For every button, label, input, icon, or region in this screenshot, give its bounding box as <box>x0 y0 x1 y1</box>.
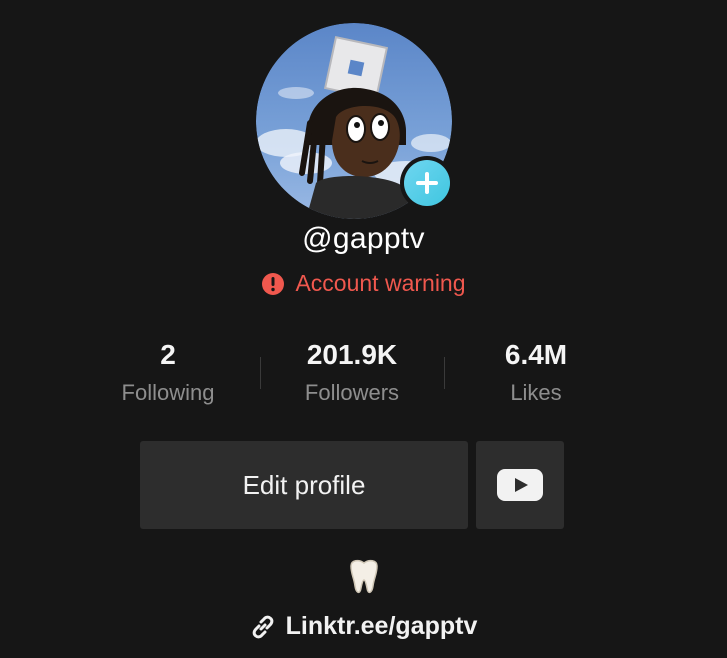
followers-count: 201.9K <box>306 339 398 370</box>
profile-page: @gapptv Account warning 2 Following 201.… <box>0 0 727 658</box>
following-count: 2 <box>160 339 176 370</box>
edit-profile-button[interactable]: Edit profile <box>140 441 468 529</box>
avatar-container <box>256 23 454 219</box>
alert-icon <box>262 272 285 295</box>
stat-followers[interactable]: 201.9K Followers <box>272 337 432 407</box>
likes-label: Likes <box>510 380 562 405</box>
stats-row: 2 Following 201.9K Followers 6.4M Likes <box>0 337 727 417</box>
add-profile-photo-button[interactable] <box>400 156 454 210</box>
likes-count: 6.4M <box>504 339 568 370</box>
bio-link[interactable]: Linktr.ee/gapptv <box>0 612 727 641</box>
username: @gapptv <box>302 222 425 255</box>
stat-likes[interactable]: 6.4M Likes <box>456 337 616 407</box>
followers-label: Followers <box>304 380 400 405</box>
bio-link-label: Linktr.ee/gapptv <box>285 612 478 640</box>
account-warning-label: Account warning <box>295 270 466 296</box>
stat-divider <box>444 357 445 389</box>
bio-emoji <box>0 558 727 596</box>
youtube-button[interactable] <box>476 441 564 529</box>
tooth-icon <box>349 559 378 594</box>
account-warning[interactable]: Account warning <box>0 270 727 297</box>
plus-icon <box>404 160 450 206</box>
stat-divider <box>260 357 261 389</box>
link-icon <box>252 615 274 638</box>
following-label: Following <box>121 380 215 405</box>
youtube-icon <box>497 469 543 501</box>
stat-following[interactable]: 2 Following <box>88 337 248 407</box>
